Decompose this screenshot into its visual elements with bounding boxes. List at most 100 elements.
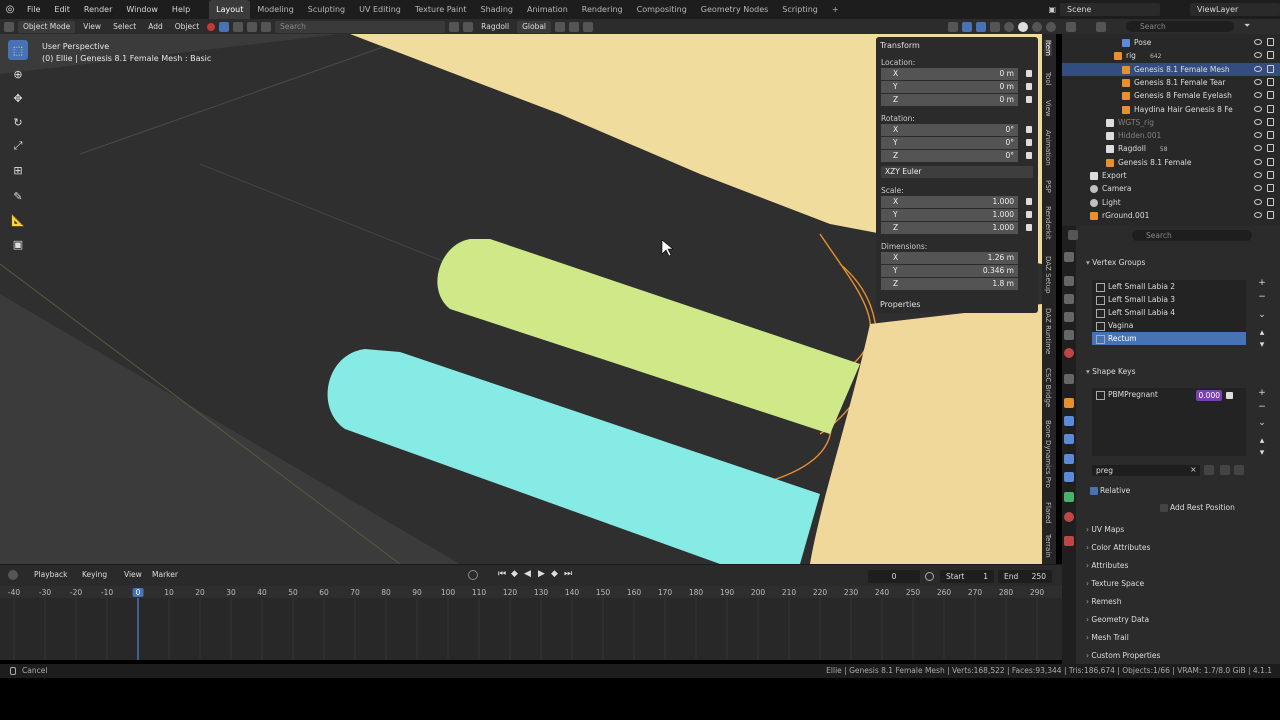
visibility-eye-icon[interactable] xyxy=(1254,105,1262,112)
select-subtract-icon[interactable] xyxy=(247,21,258,32)
attributes-header[interactable]: Attributes xyxy=(1086,561,1128,570)
mesh-trail-header[interactable]: Mesh Trail xyxy=(1086,633,1128,642)
render-camera-icon[interactable] xyxy=(1267,64,1274,73)
annotate-tool-icon[interactable]: ✎ xyxy=(8,186,28,206)
vertex-group-specials-button[interactable]: ⌄ xyxy=(1257,310,1267,320)
scene-icon[interactable]: ▣ xyxy=(1048,5,1056,14)
gizmo-icon[interactable] xyxy=(962,21,972,32)
visibility-eye-icon[interactable] xyxy=(1254,158,1262,165)
scale-tool-icon[interactable]: ⤢ xyxy=(8,136,28,156)
constraints-tab-icon[interactable] xyxy=(1064,472,1074,482)
render-camera-icon[interactable] xyxy=(1267,210,1274,219)
visibility-eye-icon[interactable] xyxy=(1254,52,1262,59)
end-frame-field[interactable]: End 250 xyxy=(998,570,1052,583)
render-camera-icon[interactable] xyxy=(1267,157,1274,166)
timeline-editor-icon[interactable] xyxy=(8,570,18,580)
orientation-selector[interactable]: Global xyxy=(517,20,552,33)
select-invert-icon[interactable] xyxy=(261,21,272,32)
menu-help[interactable]: Help xyxy=(165,0,197,19)
visibility-eye-icon[interactable] xyxy=(1254,211,1262,218)
data-tab-icon[interactable] xyxy=(1064,492,1074,502)
menu-keying[interactable]: Keying xyxy=(78,570,111,579)
outliner-row[interactable]: Genesis 8 Female Eyelash xyxy=(1062,89,1280,102)
tab-animation[interactable]: Animation xyxy=(1044,130,1052,166)
shading-material-icon[interactable] xyxy=(1032,21,1042,32)
play-reverse-icon[interactable]: ◀ xyxy=(524,569,531,579)
visibility-eye-icon[interactable] xyxy=(1254,78,1262,85)
visibility-eye-icon[interactable] xyxy=(1254,198,1262,205)
shape-keys-header[interactable]: Shape Keys xyxy=(1086,367,1135,376)
world-tab-icon[interactable] xyxy=(1064,348,1074,358)
dimensions-y-field[interactable]: Y 0.346 m xyxy=(881,265,1018,277)
location-y-field[interactable]: Y0 m xyxy=(881,81,1032,93)
menu-select[interactable]: Select xyxy=(109,22,140,31)
texture-tab-icon[interactable] xyxy=(1064,536,1074,546)
render-camera-icon[interactable] xyxy=(1267,144,1274,153)
move-tool-icon[interactable]: ✥ xyxy=(8,88,28,108)
outliner-row[interactable]: Light xyxy=(1062,196,1280,209)
remove-shape-key-button[interactable]: − xyxy=(1257,402,1267,412)
scene-tab-icon[interactable] xyxy=(1064,330,1074,340)
shape-key-value-field[interactable]: 0.000 xyxy=(1196,390,1222,401)
add-workspace-button[interactable]: + xyxy=(825,0,846,19)
properties-title[interactable]: Properties xyxy=(876,296,1038,309)
location-z-field[interactable]: Z0 m xyxy=(881,94,1032,106)
render-camera-icon[interactable] xyxy=(1267,117,1274,126)
outliner-row[interactable]: Haydina Hair Genesis 8 Fe xyxy=(1062,103,1280,116)
render-camera-icon[interactable] xyxy=(1267,104,1274,113)
rotate-tool-icon[interactable]: ↻ xyxy=(8,112,28,132)
shape-key-up-button[interactable]: ▴ xyxy=(1257,436,1267,446)
jump-end-icon[interactable]: ⏭ xyxy=(564,569,572,579)
filter-icon[interactable] xyxy=(463,21,474,32)
start-frame-field[interactable]: Start 1 xyxy=(940,570,994,583)
current-frame-field[interactable]: 0 xyxy=(868,570,920,583)
output-tab-icon[interactable] xyxy=(1064,294,1074,304)
timeline-body[interactable] xyxy=(0,598,1062,660)
scale-x-field[interactable]: X 1.000 xyxy=(881,196,1032,208)
tab-daz-setup[interactable]: DAZ Setup xyxy=(1044,256,1052,293)
object-tab-icon[interactable] xyxy=(1064,398,1074,408)
tool-tab-icon[interactable] xyxy=(1064,252,1074,262)
outliner-row[interactable]: Genesis 8.1 Female xyxy=(1062,156,1280,169)
menu-marker[interactable]: Marker xyxy=(148,570,182,579)
dimensions-z-field[interactable]: Z 1.8 m xyxy=(881,278,1018,290)
cursor-tool-icon[interactable]: ⊕ xyxy=(8,64,28,84)
visibility-icon[interactable] xyxy=(948,21,958,32)
lock-icon[interactable] xyxy=(1026,211,1032,218)
uv-maps-header[interactable]: UV Maps xyxy=(1086,525,1124,534)
view-layer-selector[interactable]: ViewLayer xyxy=(1190,3,1280,16)
visibility-eye-icon[interactable] xyxy=(1254,118,1262,125)
transform-tool-icon[interactable]: ⊞ xyxy=(8,160,28,180)
outliner-row[interactable]: Camera xyxy=(1062,182,1280,195)
material-tab-icon[interactable] xyxy=(1064,512,1074,522)
lock-icon[interactable] xyxy=(1026,224,1032,231)
measure-tool-icon[interactable]: 📐 xyxy=(8,210,28,230)
list-item[interactable]: Rectum xyxy=(1092,332,1246,345)
timeline-ruler[interactable]: -40 -30 -20 -10 0 10 20 30 40 50 60 70 80 90 100 110 120… xyxy=(0,586,1062,598)
list-item[interactable]: Left Small Labia 2 xyxy=(1092,280,1246,293)
render-camera-icon[interactable] xyxy=(1267,51,1274,60)
shape-key-filter-input[interactable]: preg xyxy=(1092,465,1200,476)
snap-icon[interactable] xyxy=(569,21,580,32)
visibility-eye-icon[interactable] xyxy=(1254,185,1262,192)
list-item[interactable]: PBMPregnant xyxy=(1092,388,1246,401)
custom-properties-header[interactable]: Custom Properties xyxy=(1086,651,1160,660)
list-item[interactable]: Vagina xyxy=(1092,319,1246,332)
tab-csc-bridge[interactable]: CSC Bridge xyxy=(1044,368,1052,407)
scale-z-field[interactable]: Z 1.000 xyxy=(881,222,1032,234)
shape-key-mute-checkbox[interactable] xyxy=(1226,392,1233,399)
editor-type-icon[interactable] xyxy=(4,21,14,32)
properties-search-input[interactable]: Search xyxy=(1132,230,1252,241)
scale-y-field[interactable]: Y 1.000 xyxy=(881,209,1032,221)
tab-scripting[interactable]: Scripting xyxy=(775,0,825,19)
visibility-eye-icon[interactable] xyxy=(1254,132,1262,139)
menu-object[interactable]: Object xyxy=(171,22,203,31)
visibility-eye-icon[interactable] xyxy=(1254,172,1262,178)
select-tool-icon[interactable]: ⬚ xyxy=(8,40,28,60)
tab-tool[interactable]: Tool xyxy=(1044,72,1052,86)
jump-start-icon[interactable]: ⏮ xyxy=(498,569,506,579)
move-up-button[interactable]: ▴ xyxy=(1257,328,1267,338)
physics-tab-icon[interactable] xyxy=(1064,454,1074,464)
lock-icon[interactable] xyxy=(1026,139,1032,146)
outliner-row[interactable]: Export xyxy=(1062,169,1280,182)
